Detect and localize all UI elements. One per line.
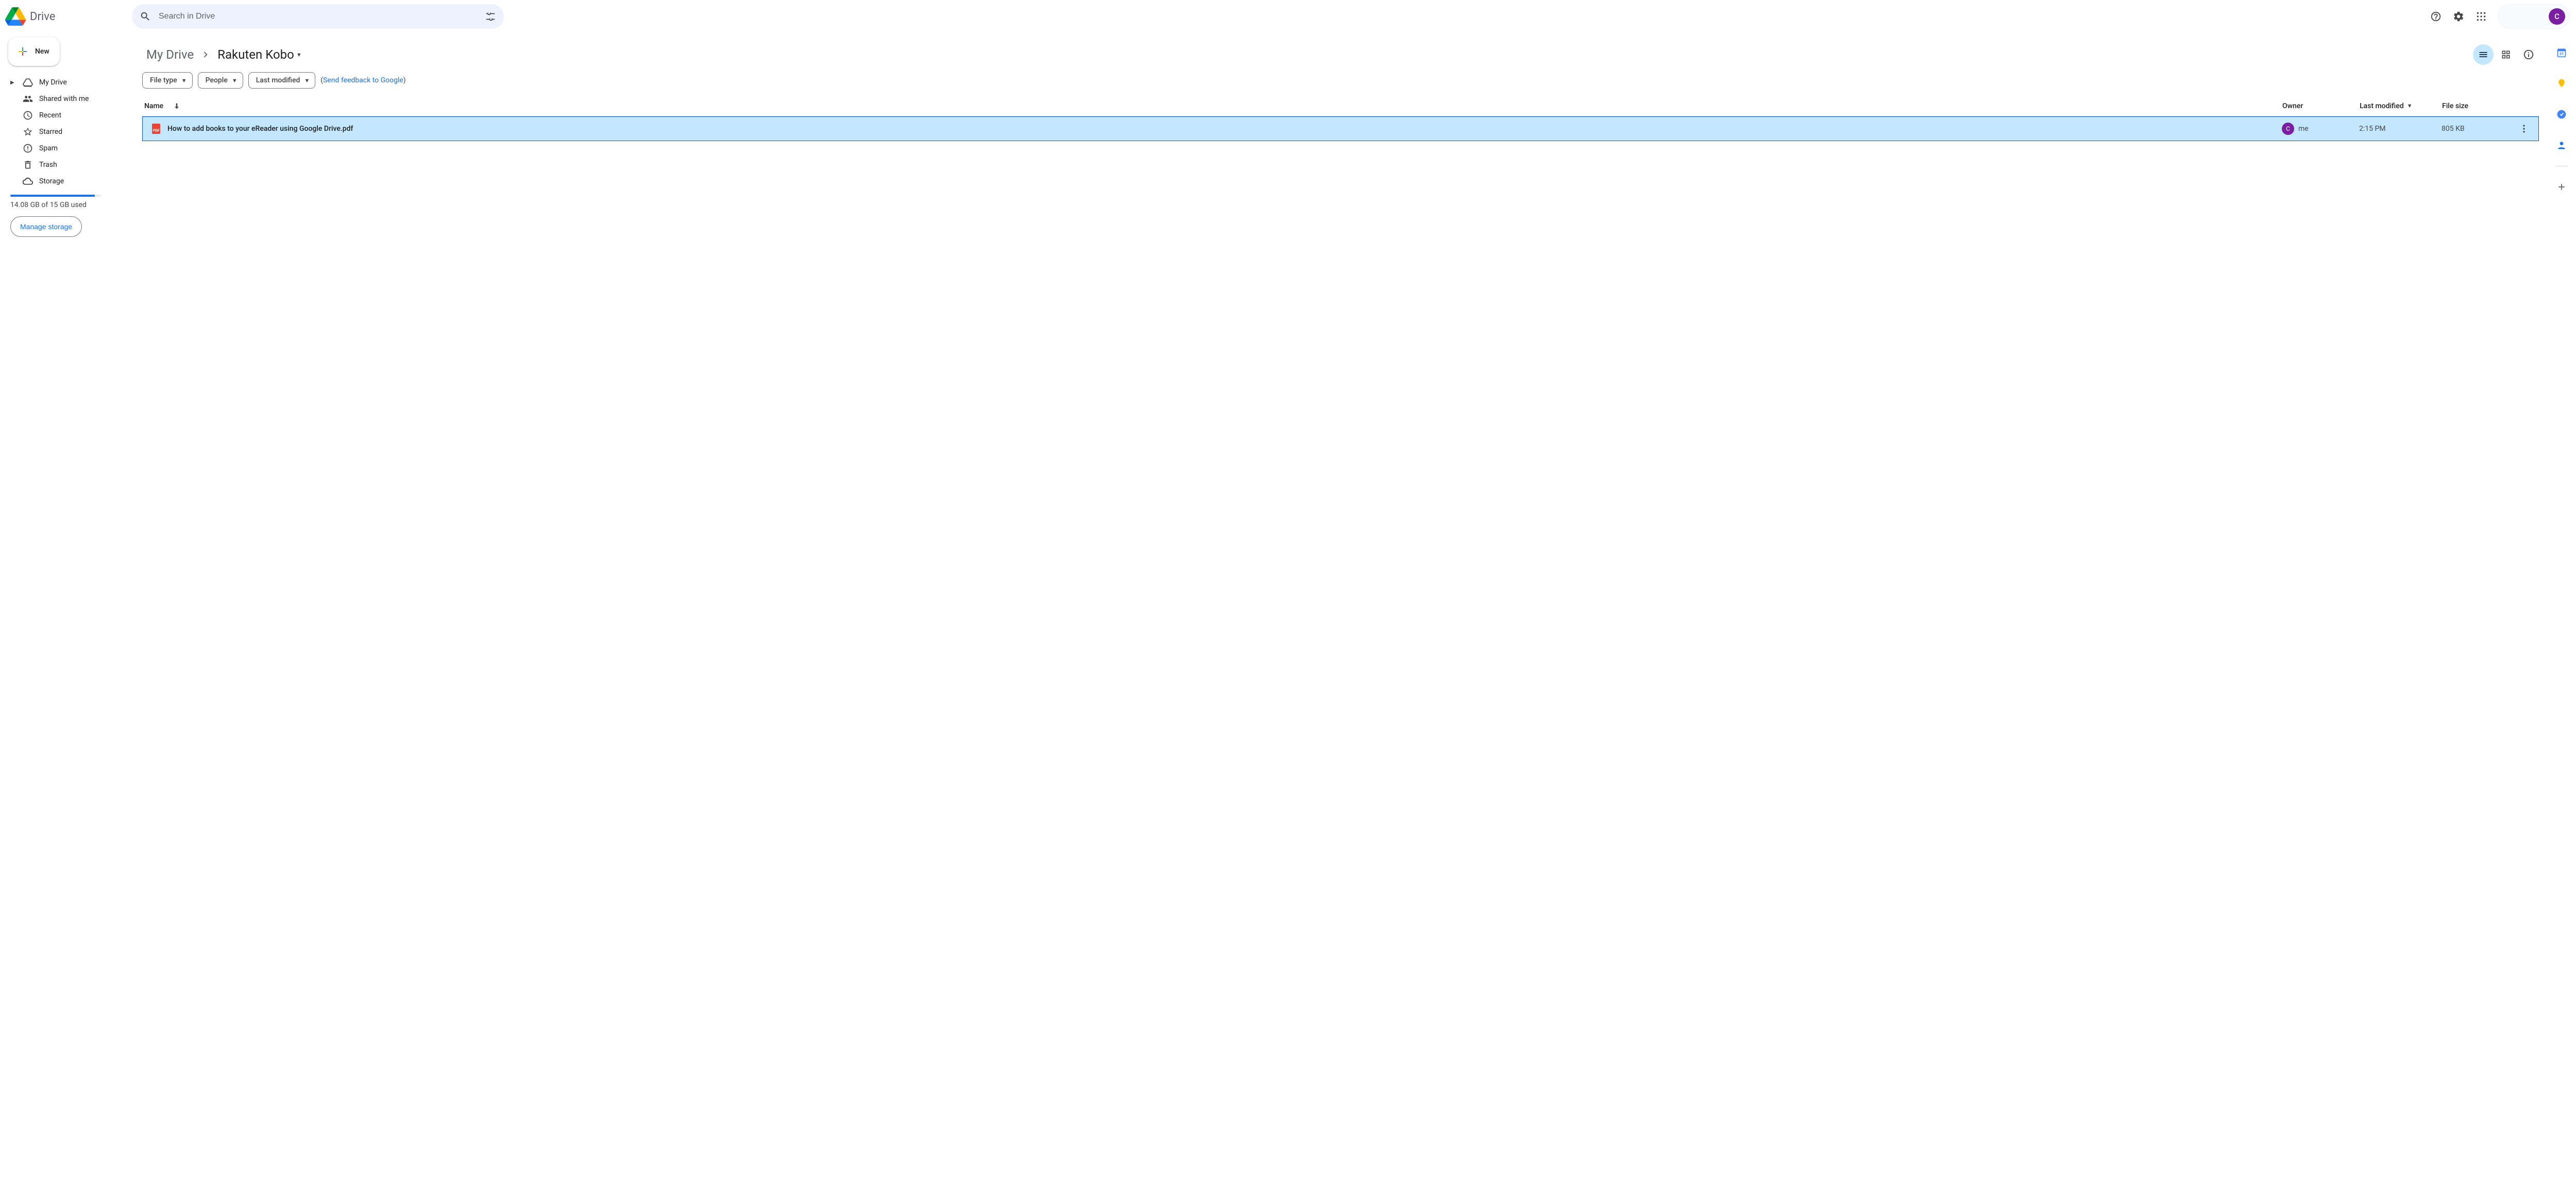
- storage-text: 14.08 GB of 15 GB used: [10, 201, 120, 209]
- col-name[interactable]: Name: [144, 102, 163, 110]
- nav-label: Recent: [39, 111, 61, 119]
- file-name: How to add books to your eReader using G…: [167, 125, 353, 133]
- nav-label: Starred: [39, 128, 62, 136]
- nav-label: Storage: [39, 177, 64, 185]
- list-view-toggle[interactable]: [2473, 44, 2494, 65]
- dropdown-icon: ▼: [2407, 102, 2413, 109]
- row-more-icon[interactable]: [2514, 118, 2534, 139]
- feedback-text: (Send feedback to Google): [320, 76, 405, 84]
- addons-plus-icon[interactable]: [2551, 177, 2572, 197]
- nav-label: Trash: [39, 161, 57, 169]
- search-options-icon[interactable]: [480, 6, 501, 27]
- nav-my-drive[interactable]: ▶ My Drive: [6, 74, 124, 91]
- feedback-link[interactable]: Send feedback to Google: [323, 76, 403, 84]
- chip-label: File type: [150, 76, 177, 84]
- column-header: Name Owner Last modified ▼ File size: [142, 96, 2539, 116]
- search-bar[interactable]: [132, 4, 504, 29]
- contacts-icon[interactable]: [2551, 135, 2572, 156]
- trash-icon: [23, 160, 33, 170]
- drive-icon: [5, 6, 26, 27]
- star-icon: [23, 127, 33, 137]
- nav-label: Spam: [39, 144, 58, 152]
- file-row[interactable]: PDF How to add books to your eReader usi…: [142, 116, 2539, 141]
- chip-last-modified[interactable]: Last modified ▼: [248, 72, 316, 89]
- expand-icon[interactable]: ▶: [10, 80, 16, 85]
- new-label: New: [35, 47, 49, 56]
- nav-starred[interactable]: Starred: [6, 124, 124, 140]
- chevron-right-icon: [200, 49, 211, 60]
- file-size: 805 KB: [2442, 125, 2514, 133]
- nav-storage[interactable]: Storage: [6, 173, 124, 190]
- spam-icon: [23, 143, 33, 153]
- product-name: Drive: [30, 10, 55, 23]
- nav-label: Shared with me: [39, 95, 89, 103]
- breadcrumb-root[interactable]: My Drive: [142, 45, 198, 64]
- svg-text:31: 31: [2560, 52, 2564, 56]
- search-input[interactable]: [156, 12, 480, 21]
- file-modified: 2:15 PM: [2359, 125, 2442, 133]
- search-icon[interactable]: [135, 6, 156, 27]
- sidebar: New ▶ My Drive Shared with me: [0, 33, 132, 1184]
- dropdown-icon: ▼: [296, 52, 302, 58]
- settings-icon[interactable]: [2448, 6, 2469, 27]
- info-icon[interactable]: [2518, 44, 2539, 65]
- dropdown-icon: ▼: [304, 77, 310, 84]
- chip-people[interactable]: People ▼: [198, 72, 243, 89]
- col-file-size[interactable]: File size: [2442, 102, 2514, 110]
- drive-outline-icon: [23, 77, 33, 88]
- nav-trash[interactable]: Trash: [6, 157, 124, 173]
- people-icon: [23, 94, 33, 104]
- new-button[interactable]: New: [8, 37, 60, 66]
- owner-avatar: C: [2282, 123, 2294, 135]
- account-switcher[interactable]: C: [2498, 4, 2570, 29]
- nav-shared[interactable]: Shared with me: [6, 91, 124, 107]
- calendar-icon[interactable]: 31: [2551, 42, 2572, 63]
- chip-label: Last modified: [256, 76, 300, 84]
- pdf-icon: PDF: [152, 124, 160, 134]
- sort-down-icon[interactable]: [173, 102, 181, 110]
- content-area: My Drive Rakuten Kobo ▼: [132, 36, 2547, 1184]
- side-panel: 31: [2547, 36, 2576, 1184]
- dropdown-icon: ▼: [232, 77, 238, 84]
- storage-fill: [10, 195, 95, 197]
- col-owner[interactable]: Owner: [2282, 102, 2360, 110]
- cloud-icon: [23, 176, 33, 186]
- nav-spam[interactable]: Spam: [6, 140, 124, 157]
- tasks-icon[interactable]: [2551, 104, 2572, 125]
- file-name-cell: PDF How to add books to your eReader usi…: [145, 124, 2282, 134]
- file-owner: me: [2298, 125, 2309, 133]
- logo[interactable]: Drive: [5, 6, 128, 27]
- apps-icon[interactable]: [2471, 6, 2492, 27]
- topbar: Drive C: [0, 0, 2576, 33]
- file-owner-cell: C me: [2282, 123, 2359, 135]
- manage-storage-button[interactable]: Manage storage: [10, 216, 82, 237]
- topbar-actions: C: [2426, 4, 2572, 29]
- help-icon[interactable]: [2426, 6, 2446, 27]
- breadcrumb: My Drive Rakuten Kobo ▼: [142, 42, 2539, 67]
- plus-icon: [16, 45, 29, 58]
- clock-icon: [23, 110, 33, 121]
- avatar: C: [2549, 8, 2565, 25]
- filter-chips: File type ▼ People ▼ Last modified ▼ (Se…: [142, 67, 2539, 96]
- nav-recent[interactable]: Recent: [6, 107, 124, 124]
- chip-label: People: [206, 76, 228, 84]
- storage-bar: [10, 195, 101, 197]
- storage-block: 14.08 GB of 15 GB used Manage storage: [6, 192, 124, 237]
- dropdown-icon: ▼: [181, 77, 187, 84]
- breadcrumb-current-label: Rakuten Kobo: [217, 47, 294, 62]
- col-last-modified[interactable]: Last modified ▼: [2360, 102, 2442, 110]
- chip-file-type[interactable]: File type ▼: [142, 72, 193, 89]
- breadcrumb-current[interactable]: Rakuten Kobo ▼: [213, 45, 306, 64]
- nav-label: My Drive: [39, 78, 67, 87]
- keep-icon[interactable]: [2551, 73, 2572, 94]
- grid-view-toggle[interactable]: [2496, 44, 2516, 65]
